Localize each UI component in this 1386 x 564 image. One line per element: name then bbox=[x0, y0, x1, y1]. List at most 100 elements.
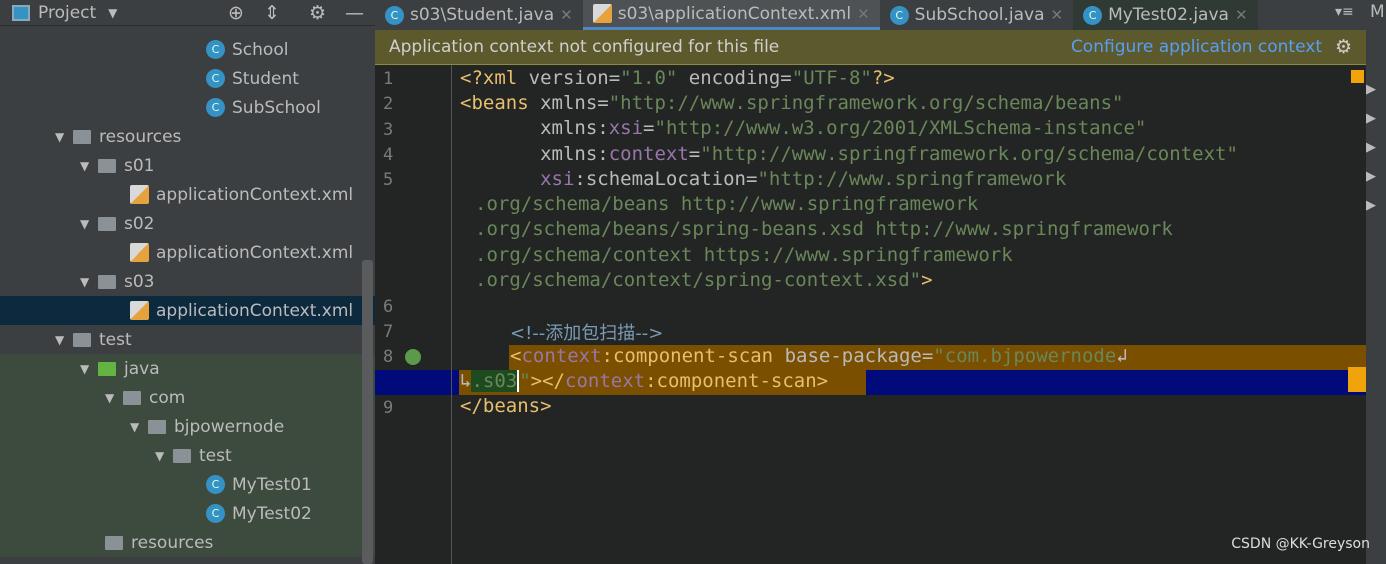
tree-item-label: applicationContext.xml bbox=[156, 184, 354, 205]
locate-icon[interactable]: ⊕ bbox=[228, 2, 244, 24]
tab-list-icon[interactable]: ▾≡ bbox=[1335, 4, 1354, 20]
banner-message: Application context not configured for t… bbox=[389, 37, 780, 57]
line-number: 4 bbox=[383, 144, 394, 165]
tree-item[interactable]: C MyTest01 bbox=[0, 470, 375, 499]
folder-icon bbox=[73, 129, 91, 144]
tree-item[interactable]: ▼ s02 bbox=[0, 209, 375, 238]
tree-item-label: s02 bbox=[124, 213, 155, 234]
folder-icon bbox=[105, 535, 123, 550]
xml-file-icon bbox=[592, 4, 612, 23]
xml-file-icon bbox=[130, 243, 149, 262]
folder-icon bbox=[73, 332, 91, 347]
class-icon: C bbox=[889, 5, 909, 25]
line-number: 1 bbox=[383, 69, 394, 89]
close-icon[interactable]: ✕ bbox=[1051, 6, 1064, 24]
code-line: xmlns:context="http://www.springframewor… bbox=[540, 143, 1238, 165]
right-strip-label[interactable]: M bbox=[1370, 2, 1385, 22]
line-number: 9 bbox=[383, 397, 394, 418]
expand-arrow-icon[interactable]: ▼ bbox=[105, 391, 123, 405]
tree-item-label: Student bbox=[232, 68, 299, 89]
close-icon[interactable]: ✕ bbox=[1235, 6, 1248, 24]
line-number: 7 bbox=[383, 322, 394, 342]
gear-icon[interactable]: ⚙ bbox=[1335, 36, 1352, 58]
expand-arrow-icon[interactable]: ▼ bbox=[55, 333, 73, 347]
tab-label: SubSchool.java bbox=[914, 5, 1045, 25]
folder-icon bbox=[123, 390, 141, 405]
expand-arrow-icon[interactable]: ▼ bbox=[80, 275, 98, 289]
class-icon: C bbox=[206, 504, 225, 523]
tree-item[interactable]: resources bbox=[0, 528, 375, 557]
watermark: CSDN @KK-Greyson bbox=[1231, 536, 1370, 552]
expand-arrow-icon[interactable]: ▼ bbox=[80, 159, 98, 173]
expand-arrow-icon[interactable]: ▼ bbox=[80, 362, 98, 376]
right-tool-strip: ▶ ▶ ▶ ▶ ▶ bbox=[1366, 30, 1386, 564]
error-stripe-marker[interactable] bbox=[1351, 70, 1364, 83]
tree-item[interactable]: applicationContext.xml bbox=[0, 180, 375, 209]
folder-icon bbox=[148, 419, 166, 434]
class-icon: C bbox=[385, 5, 404, 25]
tree-item[interactable]: C Student bbox=[0, 64, 375, 93]
tree-item[interactable]: ▼ s03 bbox=[0, 267, 375, 296]
class-icon: C bbox=[1083, 5, 1103, 25]
code-line: xsi:schemaLocation="http://www.springfra… bbox=[540, 168, 1067, 190]
code-line: .org/schema/beans/spring-beans.xsd http:… bbox=[475, 218, 1173, 240]
expand-arrow-icon[interactable]: ▼ bbox=[130, 420, 148, 434]
tree-item-label: com bbox=[149, 387, 186, 408]
minimize-icon[interactable]: — bbox=[345, 2, 364, 24]
tree-item[interactable]: ▼ bjpowernode bbox=[0, 412, 375, 441]
spring-bean-gutter-icon[interactable] bbox=[405, 349, 421, 365]
tree-item[interactable]: ▼ java bbox=[0, 354, 375, 383]
code-line: .org/schema/context https://www.springfr… bbox=[475, 244, 1013, 266]
code-line: <?xml version="1.0" encoding="UTF-8"?> bbox=[460, 67, 895, 89]
tree-item[interactable]: ▼ test bbox=[0, 441, 375, 470]
gutter-divider bbox=[451, 65, 452, 564]
tree-item[interactable]: applicationContext.xml bbox=[0, 296, 375, 325]
folder-icon bbox=[98, 274, 116, 289]
code-line: .org/schema/beans http://www.springframe… bbox=[475, 193, 979, 215]
line-number: 2 bbox=[383, 94, 394, 115]
code-line: xmlns:xsi="http://www.w3.org/2001/XMLSch… bbox=[540, 117, 1147, 139]
project-panel-header: Project ▼ ⊕ ⇕ ⚙ — bbox=[0, 0, 375, 26]
class-icon: C bbox=[206, 475, 225, 494]
xml-file-icon bbox=[130, 301, 149, 320]
tree-scrollbar[interactable] bbox=[362, 260, 373, 564]
expand-arrow-icon[interactable]: ▼ bbox=[155, 449, 173, 463]
tree-item-label: s01 bbox=[124, 155, 155, 176]
editor-tab[interactable]: Cs03\Student.java ✕ bbox=[375, 0, 583, 30]
collapse-all-icon[interactable]: ⇕ bbox=[264, 2, 280, 24]
tree-item-label: java bbox=[124, 358, 160, 379]
tree-item[interactable]: ▼ com bbox=[0, 383, 375, 412]
tree-item[interactable]: ▼ resources bbox=[0, 122, 375, 151]
gear-icon[interactable]: ⚙ bbox=[309, 2, 326, 24]
tree-item[interactable]: ▼ s01 bbox=[0, 151, 375, 180]
code-line: .org/schema/context/spring-context.xsd"> bbox=[475, 269, 933, 291]
close-icon[interactable]: ✕ bbox=[857, 5, 870, 23]
editor-tab[interactable]: C SubSchool.java ✕ bbox=[880, 0, 1073, 30]
tree-item[interactable]: applicationContext.xml bbox=[0, 238, 375, 267]
chevron-down-icon[interactable]: ▼ bbox=[108, 6, 117, 20]
configure-context-link[interactable]: Configure application context bbox=[1071, 37, 1322, 57]
tree-item-label: test bbox=[199, 445, 232, 466]
tree-item[interactable]: ▼ test bbox=[0, 325, 375, 354]
tree-item-label: bjpowernode bbox=[174, 416, 285, 437]
folder-icon bbox=[173, 448, 191, 463]
tree-item[interactable]: C SubSchool bbox=[0, 93, 375, 122]
project-panel: Project ▼ ⊕ ⇕ ⚙ — C School C Student C SubSch… bbox=[0, 0, 375, 564]
close-icon[interactable]: ✕ bbox=[560, 6, 573, 24]
code-comment: <!--添加包扫描--> bbox=[510, 323, 664, 344]
editor-tab[interactable]: C MyTest02.java ✕ bbox=[1073, 0, 1258, 30]
project-view-icon bbox=[12, 4, 30, 21]
tree-item[interactable]: C School bbox=[0, 35, 375, 64]
tree-item[interactable]: C MyTest02 bbox=[0, 499, 375, 528]
error-stripe-marker[interactable] bbox=[1348, 367, 1366, 392]
line-number: 5 bbox=[383, 170, 394, 191]
expand-arrow-icon[interactable]: ▼ bbox=[80, 217, 98, 231]
expand-arrow-icon[interactable]: ▼ bbox=[55, 130, 73, 144]
tab-label: MyTest02.java bbox=[1108, 5, 1229, 25]
project-view-selector[interactable]: Project bbox=[38, 3, 96, 23]
tab-label: s03\applicationContext.xml bbox=[617, 3, 852, 24]
code-editor[interactable]: 1 2 3 4 5 6 7 8 9 <?xml version="1.0" encoding="… bbox=[375, 65, 1366, 564]
editor-tab[interactable]: s03\applicationContext.xml ✕ bbox=[582, 0, 880, 30]
class-icon: C bbox=[206, 98, 225, 117]
code-line: <beans xmlns="http://www.springframework… bbox=[460, 92, 1124, 114]
